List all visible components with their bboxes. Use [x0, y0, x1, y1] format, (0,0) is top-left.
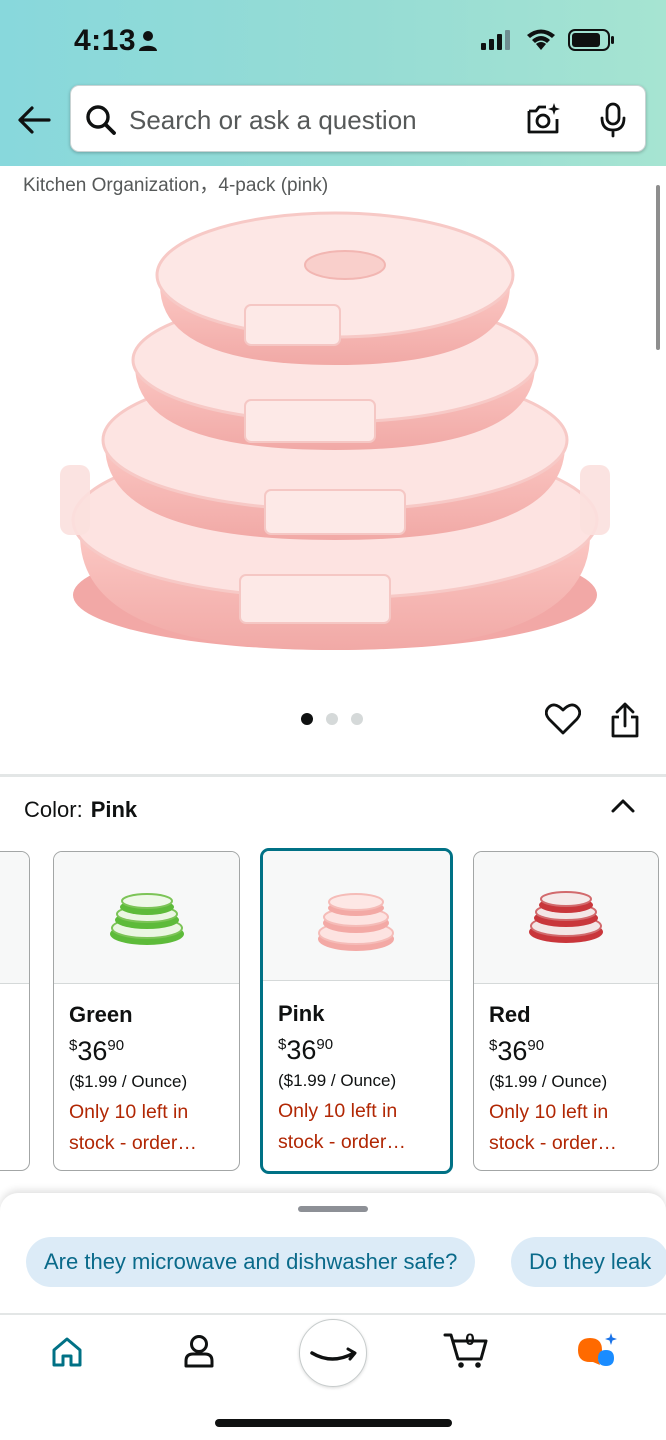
swatch-stock-status: Only 10 left in stock - order… — [278, 1100, 406, 1153]
swatch-image — [54, 852, 239, 984]
share-icon[interactable] — [610, 702, 640, 738]
search-icon — [86, 105, 116, 135]
battery-icon — [568, 29, 614, 51]
status-icons — [480, 28, 616, 52]
swatch-stock-status: Only 10 left in stock - order… — [69, 1101, 197, 1154]
color-swatch-partial[interactable] — [0, 851, 30, 1171]
green-container-thumbnail — [110, 893, 184, 945]
home-indicator — [215, 1419, 452, 1427]
account-icon[interactable] — [183, 1334, 215, 1368]
image-pagination — [301, 713, 363, 725]
suggestion-chip[interactable]: Are they microwave and dishwasher safe? — [26, 1237, 476, 1287]
swatch-price: $3690 — [278, 1035, 334, 1065]
scrollbar[interactable] — [656, 185, 660, 350]
pagination-dot[interactable] — [326, 713, 338, 725]
swatch-color-name: Green — [69, 1002, 133, 1027]
amazon-home-button[interactable] — [299, 1319, 367, 1387]
search-input[interactable]: Search or ask a question — [70, 85, 646, 152]
amazon-smile-icon — [310, 1347, 357, 1361]
rufus-icon[interactable] — [576, 1332, 620, 1370]
suggestion-sheet: Are they microwave and dishwasher safe? … — [0, 1193, 666, 1440]
pagination-dot[interactable] — [301, 713, 313, 725]
swatch-unit-price: ($1.99 / Ounce) — [69, 1072, 188, 1091]
status-time: 4:13 — [74, 24, 137, 57]
sheet-grabber[interactable] — [298, 1206, 368, 1212]
back-arrow-icon[interactable] — [16, 104, 52, 136]
wifi-icon — [527, 29, 555, 50]
swatch-price: $3690 — [69, 1036, 125, 1066]
cart-count: 0 — [465, 1330, 474, 1349]
suggestion-chip[interactable]: Do they leak — [511, 1237, 666, 1287]
section-divider — [0, 774, 666, 777]
color-swatch-green[interactable]: Green $3690 ($1.99 / Ounce) Only 10 left… — [53, 851, 240, 1171]
search-placeholder: Search or ask a question — [129, 105, 417, 135]
person-icon — [139, 31, 157, 51]
swatch-price: $3690 — [489, 1036, 545, 1066]
pink-container-thumbnail — [318, 893, 394, 951]
signal-icon — [481, 30, 510, 50]
top-bar: 4:13 Search or ask a question — [0, 0, 666, 166]
cart-icon[interactable]: 0 — [443, 1327, 489, 1369]
breadcrumb: Kitchen Organization，4-pack (pink) — [23, 175, 329, 196]
color-selector-header: Color: Pink — [24, 797, 137, 823]
swatch-image — [474, 852, 658, 984]
color-label: Color: — [24, 797, 83, 822]
swatch-image — [0, 852, 29, 984]
swatch-unit-price: ($1.99 / Ounce) — [489, 1072, 608, 1091]
swatch-color-name: Red — [489, 1002, 531, 1027]
pagination-dot[interactable] — [351, 713, 363, 725]
swatch-image — [263, 851, 450, 981]
swatch-stock-status: Only 10 left in stock - order… — [489, 1101, 617, 1154]
microphone-icon[interactable] — [599, 102, 627, 138]
color-selected-value: Pink — [90, 797, 138, 822]
heart-icon[interactable] — [545, 702, 581, 736]
swatch-unit-price: ($1.99 / Ounce) — [278, 1071, 397, 1090]
color-swatch-pink[interactable]: Pink $3690 ($1.99 / Ounce) Only 10 left … — [260, 848, 453, 1174]
swatch-color-name: Pink — [278, 1001, 325, 1026]
color-swatch-red[interactable]: Red $3690 ($1.99 / Ounce) Only 10 left i… — [473, 851, 659, 1171]
product-image[interactable] — [40, 195, 630, 665]
chevron-up-icon[interactable] — [610, 796, 636, 814]
nav-divider — [0, 1313, 666, 1315]
camera-icon[interactable] — [526, 102, 562, 136]
home-icon[interactable] — [50, 1336, 84, 1368]
red-container-thumbnail — [529, 891, 603, 943]
